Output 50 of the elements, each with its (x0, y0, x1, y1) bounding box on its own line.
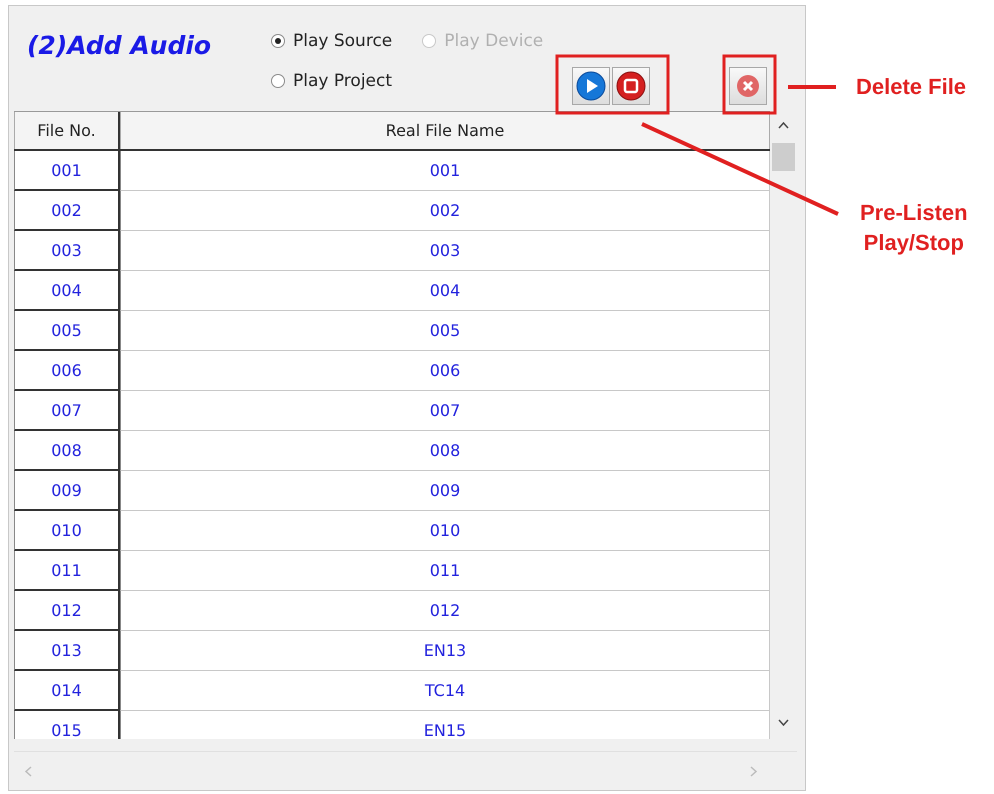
delete-button[interactable] (729, 67, 767, 105)
table-cell: EN15 (120, 711, 770, 739)
table-cell: 004 (14, 271, 120, 311)
radio-option[interactable]: Play Project (271, 71, 392, 91)
callout-label: Pre-Listen Play/Stop (860, 199, 968, 257)
table-cell: TC14 (120, 671, 770, 711)
table-cell: 003 (120, 231, 770, 271)
scroll-down-icon[interactable] (778, 719, 789, 727)
table-cell: 010 (120, 511, 770, 551)
play-icon (576, 71, 606, 101)
table-cell: 015 (14, 711, 120, 739)
callout-label: Delete File (856, 73, 966, 101)
table-cell: 012 (14, 591, 120, 631)
radio-circle[interactable] (271, 34, 285, 48)
table-cell: 004 (120, 271, 770, 311)
stop-button[interactable] (612, 67, 650, 105)
table-cell: 009 (14, 471, 120, 511)
table-cell: 013 (14, 631, 120, 671)
column-header[interactable]: Real File Name (120, 112, 770, 149)
table-cell: 011 (14, 551, 120, 591)
table-cell: 011 (120, 551, 770, 591)
table-cell: 007 (120, 391, 770, 431)
table-cell: 001 (120, 151, 770, 191)
play-button[interactable] (572, 67, 610, 105)
table-cell: EN13 (120, 631, 770, 671)
stop-icon (616, 71, 646, 101)
column-header[interactable]: File No. (14, 112, 120, 149)
table-cell: 001 (14, 151, 120, 191)
scroll-up-icon[interactable] (778, 121, 789, 129)
table-cell: 003 (14, 231, 120, 271)
close-icon (736, 74, 760, 98)
table-cell: 006 (14, 351, 120, 391)
leader-line (788, 85, 836, 89)
radio-option[interactable]: Play Source (271, 31, 392, 51)
table-cell: 008 (14, 431, 120, 471)
table-cell: 010 (14, 511, 120, 551)
table-cell: 012 (120, 591, 770, 631)
table-cell: 005 (120, 311, 770, 351)
table-cell: 002 (14, 191, 120, 231)
highlight-frame (722, 54, 776, 114)
radio-circle[interactable] (271, 74, 285, 88)
table-cell: 007 (14, 391, 120, 431)
table-cell: 002 (120, 191, 770, 231)
scroll-thumb[interactable] (772, 143, 795, 171)
table-cell: 014 (14, 671, 120, 711)
panel-title: (2)Add Audio (26, 30, 212, 62)
table-cell: 008 (120, 431, 770, 471)
table-cell: 009 (120, 471, 770, 511)
table-cell: 005 (14, 311, 120, 351)
table-cell: 006 (120, 351, 770, 391)
